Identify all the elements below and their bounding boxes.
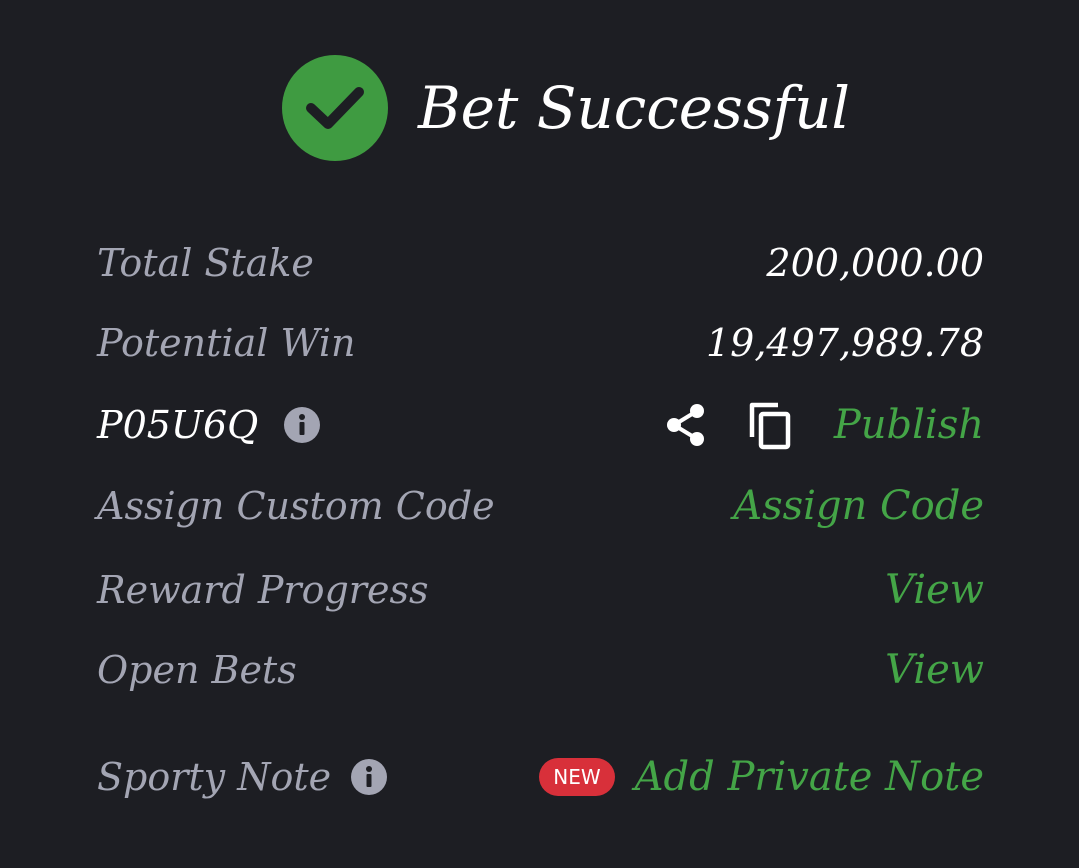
sporty-note-group: Sporty Note [97, 755, 388, 799]
reward-progress-label: Reward Progress [97, 568, 429, 612]
total-stake-label: Total Stake [97, 241, 314, 285]
sporty-note-row: Sporty Note NEW Add Private Note [97, 750, 984, 804]
reward-progress-view-button[interactable]: View [885, 567, 984, 613]
total-stake-row: Total Stake 200,000.00 [97, 240, 984, 286]
check-circle-icon [282, 55, 388, 161]
sporty-note-actions: NEW Add Private Note [539, 754, 984, 800]
potential-win-value: 19,497,989.78 [705, 321, 984, 365]
booking-code[interactable]: P05U6Q [97, 403, 258, 447]
booking-code-row: P05U6Q Publish [97, 398, 984, 452]
booking-actions: Publish [662, 399, 984, 451]
custom-code-row: Assign Custom Code Assign Code [97, 482, 984, 530]
success-header: Bet Successful [282, 55, 850, 161]
potential-win-label: Potential Win [97, 321, 356, 365]
info-icon[interactable] [351, 759, 388, 795]
open-bets-label: Open Bets [97, 648, 297, 692]
new-badge: NEW [539, 758, 615, 796]
sporty-note-label: Sporty Note [97, 755, 332, 799]
add-private-note-button[interactable]: Add Private Note [635, 754, 984, 800]
open-bets-row: Open Bets View [97, 646, 984, 694]
booking-code-group: P05U6Q [97, 403, 321, 447]
potential-win-row: Potential Win 19,497,989.78 [97, 320, 984, 366]
assign-code-button[interactable]: Assign Code [733, 483, 984, 529]
custom-code-label: Assign Custom Code [97, 484, 495, 528]
share-icon[interactable] [662, 399, 710, 451]
info-icon[interactable] [284, 407, 321, 443]
open-bets-view-button[interactable]: View [885, 647, 984, 693]
page-title: Bet Successful [418, 74, 850, 142]
bet-success-panel: Bet Successful Total Stake 200,000.00 Po… [0, 0, 1079, 868]
publish-button[interactable]: Publish [834, 402, 984, 448]
copy-icon[interactable] [746, 399, 794, 451]
total-stake-value: 200,000.00 [766, 241, 984, 285]
reward-progress-row: Reward Progress View [97, 566, 984, 614]
